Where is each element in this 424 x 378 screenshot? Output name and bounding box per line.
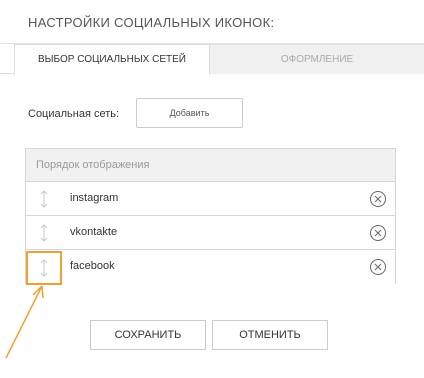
remove-circle-icon[interactable] — [369, 224, 387, 242]
social-icons-settings-panel: НАСТРОЙКИ СОЦИАЛЬНЫХ ИКОНОК: ВЫБОР СОЦИА… — [0, 0, 424, 378]
social-network-label: Социальная сеть: — [28, 108, 120, 120]
list-header: Порядок отображения — [26, 149, 395, 182]
cancel-button[interactable]: ОТМЕНИТЬ — [212, 320, 328, 350]
tab-bar: ВЫБОР СОЦИАЛЬНЫХ СЕТЕЙ ОФОРМЛЕНИЕ — [0, 44, 424, 75]
remove-circle-icon[interactable] — [369, 258, 387, 276]
remove-circle-icon[interactable] — [369, 190, 387, 208]
add-button[interactable]: Добавить — [136, 98, 243, 128]
list-item-label: facebook — [70, 260, 115, 272]
drag-handle-icon[interactable] — [27, 218, 60, 248]
drag-handle-icon[interactable] — [26, 251, 62, 285]
tab-appearance[interactable]: ОФОРМЛЕНИЕ — [210, 44, 424, 74]
list-item: facebook — [26, 250, 395, 285]
list-item: instagram — [26, 182, 395, 216]
tab-social-networks[interactable]: ВЫБОР СОЦИАЛЬНЫХ СЕТЕЙ — [14, 44, 210, 75]
list-item-label: vkontakte — [70, 226, 118, 238]
panel-header: НАСТРОЙКИ СОЦИАЛЬНЫХ ИКОНОК: — [0, 0, 424, 44]
panel-title: НАСТРОЙКИ СОЦИАЛЬНЫХ ИКОНОК: — [28, 15, 275, 30]
list-item-label: instagram — [70, 192, 119, 204]
save-button[interactable]: СОХРАНИТЬ — [90, 320, 206, 350]
list-item: vkontakte — [26, 216, 395, 250]
drag-handle-icon[interactable] — [27, 184, 60, 214]
display-order-list: Порядок отображения instagram vkontakte — [25, 148, 396, 285]
